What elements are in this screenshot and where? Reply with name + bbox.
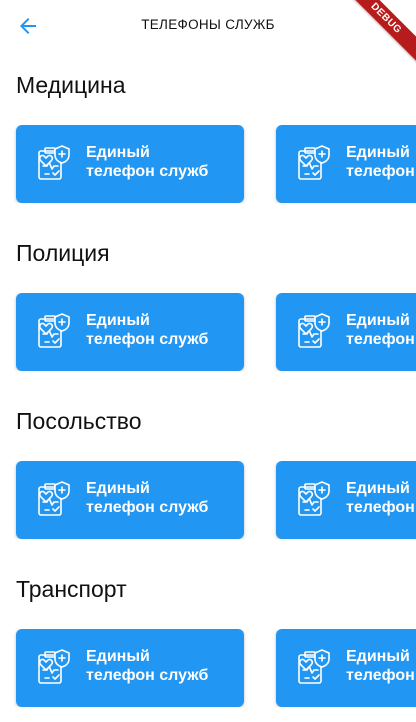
section-title: Посольство (16, 408, 142, 434)
service-card[interactable]: Единый телефон служб (276, 461, 416, 539)
medical-clipboard-icon (291, 646, 335, 690)
app-bar: ТЕЛЕФОНЫ СЛУЖБ (0, 0, 416, 50)
service-card[interactable]: Единый телефон служб (276, 629, 416, 707)
service-cards-row[interactable]: Единый телефон служб Единый телефон служ… (0, 125, 416, 203)
medical-clipboard-icon (31, 310, 75, 354)
medical-clipboard-icon (31, 646, 75, 690)
page-title: ТЕЛЕФОНЫ СЛУЖБ (141, 17, 275, 32)
section-title: Медицина (16, 72, 126, 98)
service-card[interactable]: Единый телефон служб (16, 461, 244, 539)
service-card-label: Единый телефон служб (346, 312, 415, 348)
service-card-label: Единый телефон служб (346, 480, 415, 516)
service-card[interactable]: Единый телефон служб (16, 629, 244, 707)
service-card-label: Единый телефон служб (346, 648, 415, 684)
medical-clipboard-icon (31, 142, 75, 186)
service-card-label: Единый телефон служб (86, 480, 209, 516)
medical-clipboard-icon (31, 478, 75, 522)
service-card[interactable]: Единый телефон служб (276, 293, 416, 371)
service-cards-row[interactable]: Единый телефон служб Единый телефон служ… (0, 461, 416, 539)
section-title: Транспорт (16, 576, 127, 602)
medical-clipboard-icon (291, 142, 335, 186)
service-cards-row[interactable]: Единый телефон служб Единый телефон служ… (0, 629, 416, 707)
service-card-label: Единый телефон служб (86, 648, 209, 684)
service-card-label: Единый телефон служб (86, 312, 209, 348)
service-card-label: Единый телефон служб (86, 144, 209, 180)
service-card[interactable]: Единый телефон служб (16, 293, 244, 371)
medical-clipboard-icon (291, 478, 335, 522)
service-card[interactable]: Единый телефон служб (276, 125, 416, 203)
service-cards-row[interactable]: Единый телефон служб Единый телефон служ… (0, 293, 416, 371)
service-card-label: Единый телефон служб (346, 144, 415, 180)
medical-clipboard-icon (291, 310, 335, 354)
service-card[interactable]: Единый телефон служб (16, 125, 244, 203)
section-title: Полиция (16, 240, 110, 266)
